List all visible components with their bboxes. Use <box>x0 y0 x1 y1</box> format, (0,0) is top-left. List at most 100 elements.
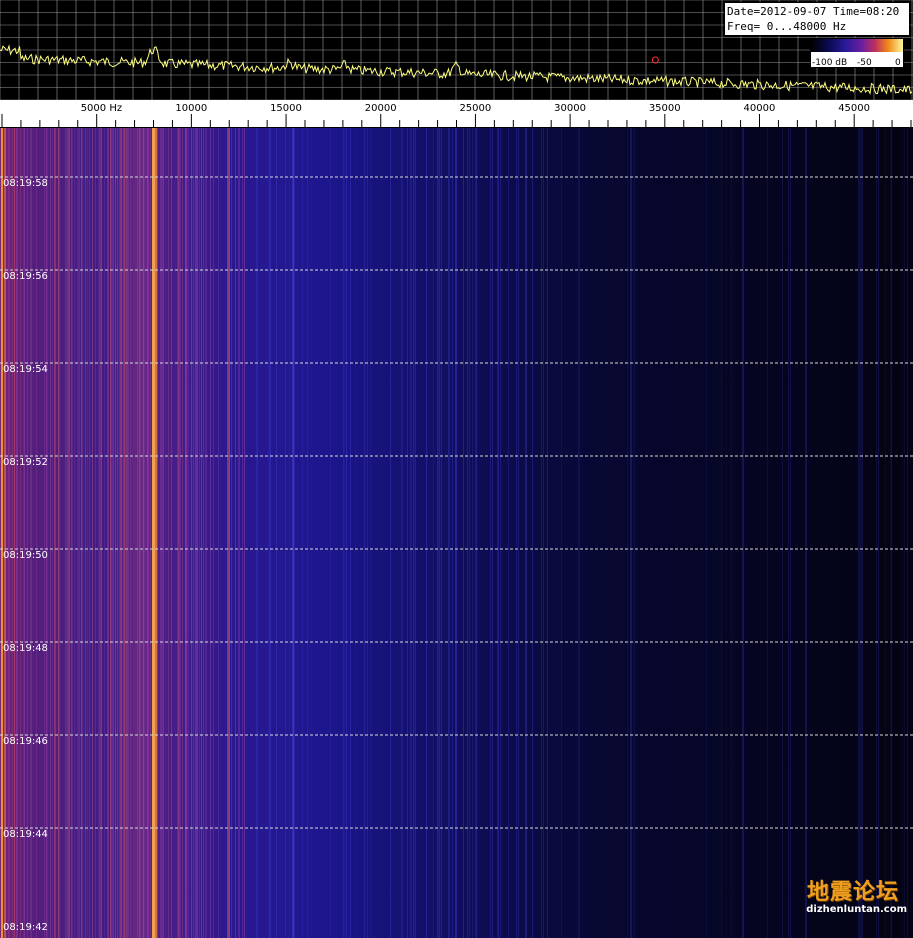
spectral-streak <box>627 128 628 938</box>
spectral-streak <box>186 128 187 938</box>
spectral-streak <box>497 128 498 938</box>
bright-spectral-line <box>805 128 807 938</box>
spectral-streak <box>633 128 634 938</box>
spectral-streak <box>269 128 270 938</box>
spectral-streak <box>330 128 331 938</box>
spectral-streak <box>449 128 450 938</box>
waterfall-spectrogram[interactable]: 08:19:58 08:19:56 08:19:54 08:19:52 08:19:50… <box>0 128 913 938</box>
spectral-streak <box>433 128 434 938</box>
spectral-streak <box>203 128 204 938</box>
spectral-streak <box>437 128 438 938</box>
spectral-streak <box>124 128 125 938</box>
spectral-streak <box>239 128 240 938</box>
spectral-streak <box>72 128 73 938</box>
color-scale-max-label: 0 <box>895 58 901 68</box>
time-tick-label: 08:19:44 <box>3 829 48 840</box>
spectral-streak <box>907 128 908 938</box>
spectral-streak <box>115 128 116 938</box>
spectral-streak <box>902 128 903 938</box>
time-tick-label: 08:19:56 <box>3 271 48 282</box>
spectral-streak <box>469 128 470 938</box>
watermark-url: dizhenluntan.com <box>806 904 907 915</box>
spectral-streak <box>426 128 427 938</box>
spectral-streak <box>634 128 635 938</box>
spectral-streak <box>197 128 198 938</box>
spectral-streak <box>532 128 533 938</box>
spectral-streak <box>59 128 60 938</box>
spectral-streak <box>110 128 111 938</box>
spectral-streak <box>125 128 126 938</box>
spectral-streak <box>492 128 493 938</box>
spectral-streak <box>179 128 180 938</box>
spectral-streak <box>706 128 707 938</box>
spectral-streak <box>65 128 66 938</box>
spectral-streak <box>206 128 207 938</box>
time-tick-label: 08:19:48 <box>3 643 48 654</box>
cursor-marker <box>651 56 659 64</box>
spectral-streak <box>182 128 183 938</box>
color-scale-mid-label: -50 <box>857 58 872 68</box>
spectral-streak <box>20 128 21 938</box>
spectral-streak <box>862 128 863 938</box>
spectral-streak <box>82 128 83 938</box>
spectral-streak <box>256 128 257 938</box>
frequency-tick-label: 40000 <box>743 103 776 114</box>
frequency-range-readout: Freq= 0...48000 Hz <box>727 20 847 33</box>
bright-spectral-line <box>455 128 457 938</box>
spectral-streak <box>467 128 468 938</box>
bright-spectral-line <box>152 128 155 938</box>
spectral-streak <box>861 128 862 938</box>
spectral-streak <box>721 128 722 938</box>
spectral-streak <box>180 128 181 938</box>
spectral-streak <box>23 128 24 938</box>
spectral-streak <box>302 128 303 938</box>
frequency-tick-label: 10000 <box>175 103 208 114</box>
spectral-streak <box>163 128 164 938</box>
spectral-streak <box>452 128 453 938</box>
spectral-streak <box>85 128 86 938</box>
spectral-streak <box>185 128 186 938</box>
frequency-axis-ticks <box>0 114 913 128</box>
spectral-streak <box>147 128 148 938</box>
spectral-streak <box>31 128 32 938</box>
spectral-streak <box>213 128 214 938</box>
spectral-streak <box>162 128 163 938</box>
spectral-streak <box>890 128 891 938</box>
spectral-streak <box>579 128 580 938</box>
spectral-streak <box>415 128 416 938</box>
spectral-streak <box>46 128 47 938</box>
spectral-streak <box>731 128 732 938</box>
spectral-streak <box>790 128 791 938</box>
spectral-streak <box>210 128 211 938</box>
spectral-streak <box>294 128 295 938</box>
spectral-streak <box>130 128 131 938</box>
watermark-title: 地震论坛 <box>806 879 899 905</box>
color-scale-gradient <box>811 39 903 52</box>
bright-spectral-line <box>292 128 294 938</box>
date-time-readout: Date=2012-09-07 Time=08:20 <box>727 5 900 18</box>
spectral-streak <box>150 128 151 938</box>
spectral-streak <box>24 128 25 938</box>
frequency-axis: 5000 Hz 10000 15000 20000 25000 30000 35000 400… <box>0 100 913 128</box>
spectral-streak <box>30 128 31 938</box>
bright-spectral-line <box>120 128 122 938</box>
color-scale-legend: -100 dB -50 0 <box>810 38 904 68</box>
spectral-streak <box>178 128 179 938</box>
spectral-streak <box>411 128 412 938</box>
spectral-streak <box>475 128 476 938</box>
spectral-streak <box>541 128 542 938</box>
spectral-streak <box>407 128 408 938</box>
spectral-streak <box>193 128 194 938</box>
spectral-streak <box>500 128 501 938</box>
spectral-streak <box>891 128 892 938</box>
bright-spectral-line <box>155 128 157 938</box>
spectral-streak <box>143 128 144 938</box>
spectral-streak <box>77 128 78 938</box>
spectral-streak <box>8 128 9 938</box>
spectral-streak <box>238 128 239 938</box>
spectral-streak <box>244 128 245 938</box>
spectral-streak <box>144 128 145 938</box>
color-scale-min-label: -100 dB <box>812 58 848 68</box>
spectral-streak <box>199 128 200 938</box>
spectral-streak <box>518 128 519 938</box>
